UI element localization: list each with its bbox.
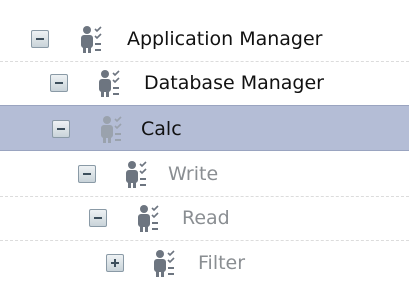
expand-icon[interactable] [106,254,124,272]
tree-node-database-manager[interactable]: Database Manager [0,60,409,106]
tree-node-write[interactable]: Write [0,151,409,197]
role-users-icon [154,250,175,277]
tree-node-label: Database Manager [144,72,324,94]
role-users-icon [81,26,102,53]
tree-node-label: Filter [198,252,246,274]
tree-node-label: Read [182,207,230,229]
role-tree: Application Manager Database Manager Cal… [0,0,409,282]
role-users-icon [99,70,120,97]
tree-node-label: Write [168,163,219,185]
collapse-icon[interactable] [78,165,96,183]
role-users-icon [138,205,159,232]
collapse-icon[interactable] [50,74,68,92]
role-users-icon [101,116,122,143]
tree-node-calc[interactable]: Calc [0,105,409,151]
tree-node-label: Calc [141,118,182,140]
collapse-icon[interactable] [89,209,107,227]
role-users-icon [126,161,147,188]
collapse-icon[interactable] [31,30,49,48]
tree-node-read[interactable]: Read [0,195,409,241]
tree-node-label: Application Manager [127,28,323,50]
tree-node-application-manager[interactable]: Application Manager [0,16,409,62]
collapse-icon[interactable] [52,120,70,138]
tree-node-filter[interactable]: Filter [0,240,409,282]
